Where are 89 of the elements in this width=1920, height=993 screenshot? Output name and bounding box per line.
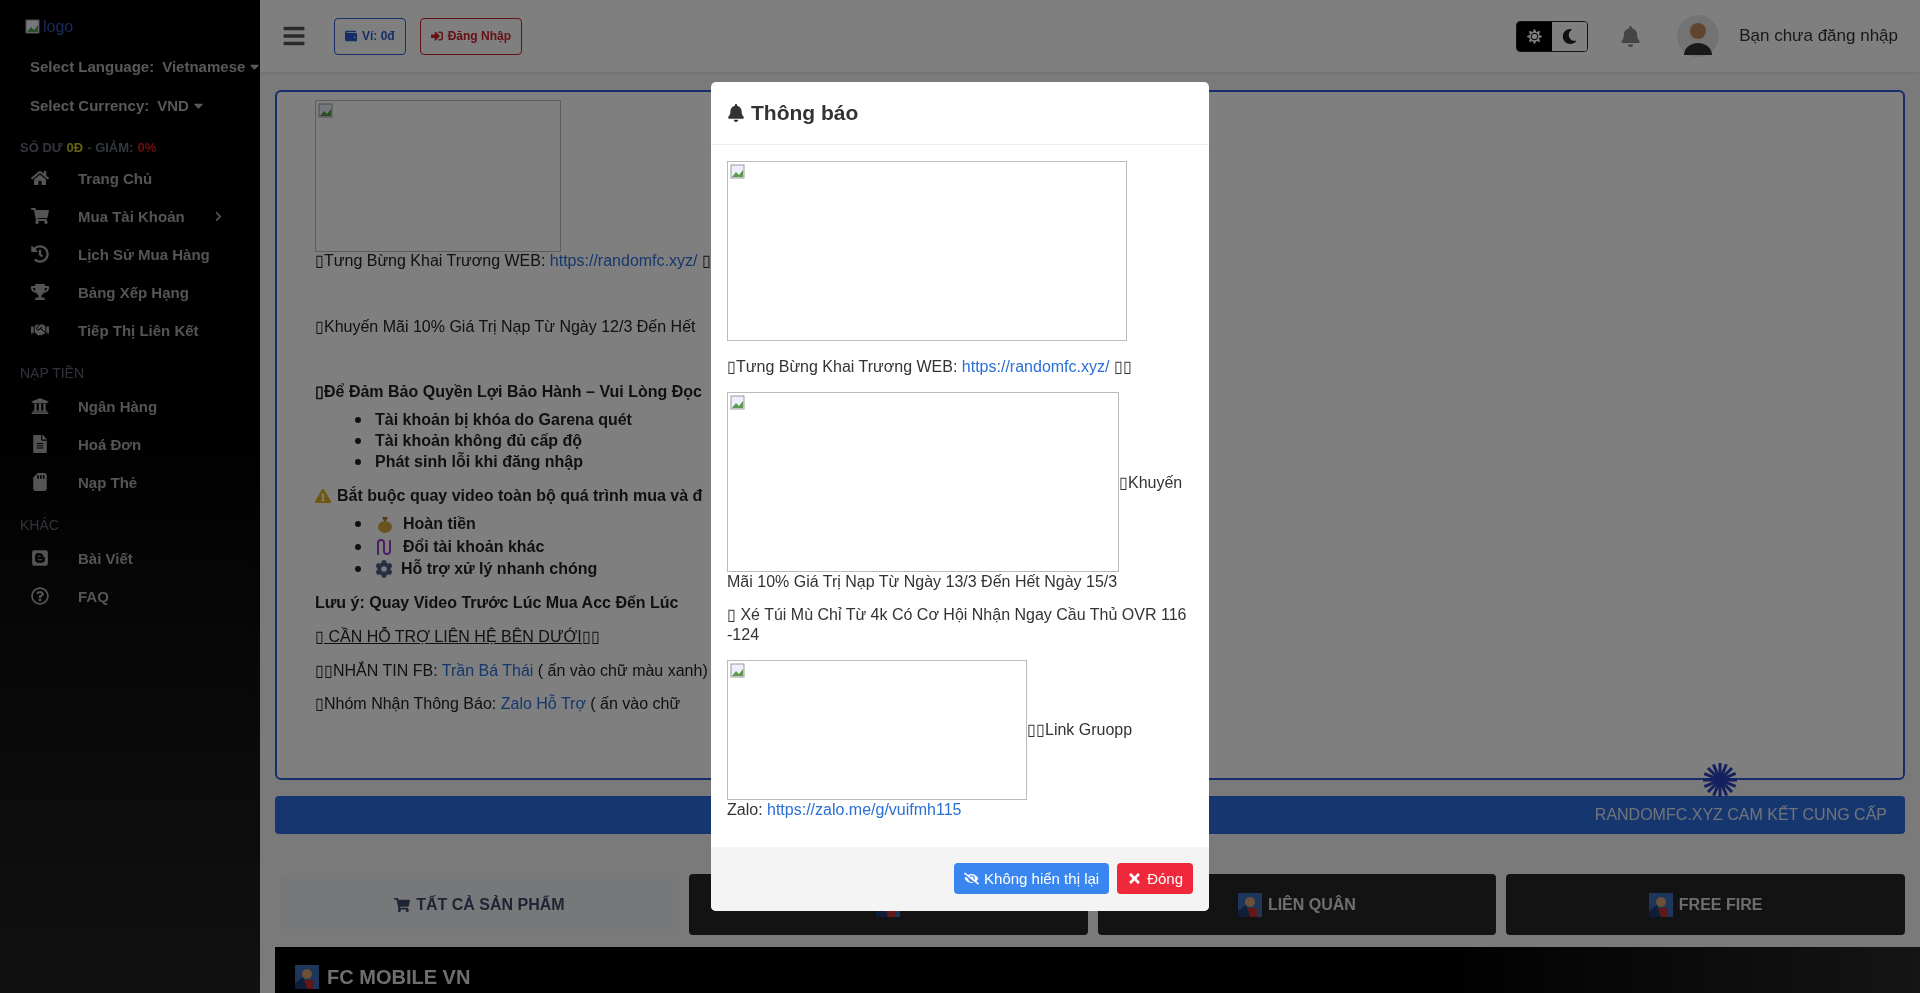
logo[interactable]: logo <box>25 18 74 36</box>
discount-label: - GIẢM: <box>87 140 134 155</box>
sidebar-item[interactable]: Hoá Đơn <box>0 425 260 463</box>
dialog-text: ▯Khuyến <box>1119 472 1183 492</box>
home-icon <box>31 169 49 187</box>
list-item-text: Hỗ trợ xử lý nhanh chóng <box>401 560 598 579</box>
sidebar-item[interactable]: Mua Tài Khoản <box>0 197 260 235</box>
notice-text: Bắt buộc quay video toàn bộ quá trình mua và đ <box>337 486 703 505</box>
notice-text: ▯Khuyến Mãi 10% Giá Trị Nạp Từ Ngày 12/3 Đến Hết <box>315 317 696 336</box>
notice-text: ▯ CẦN HỖ TRỢ LIÊN HỆ BÊN DƯỚI▯▯ <box>315 627 600 646</box>
moon-icon <box>1562 28 1578 44</box>
section-header-title: FC MOBILE VN <box>327 965 471 989</box>
warning-icon <box>315 487 331 504</box>
broken-image-icon <box>318 103 334 119</box>
marquee-text: RANDOMFC.XYZ CAM KẾT CUNG CẤP <box>1594 806 1887 824</box>
bullet-icon <box>355 521 361 528</box>
bell-icon <box>727 104 745 122</box>
menu-icon[interactable] <box>282 24 306 48</box>
bullet-icon <box>355 544 361 551</box>
broken-image-icon <box>730 395 746 412</box>
bank-icon <box>31 397 49 415</box>
wallet-button[interactable]: Ví: 0đ <box>334 17 406 55</box>
sidebar-item[interactable]: Trang Chủ <box>0 159 260 197</box>
wallet-icon <box>345 30 357 42</box>
light-mode-button[interactable] <box>1517 21 1553 51</box>
currency-label: Select Currency: <box>30 97 150 114</box>
discount-value: 0% <box>137 140 157 155</box>
sd-card-icon <box>31 473 49 491</box>
broken-image-icon <box>730 662 746 679</box>
bullet-icon <box>355 416 361 423</box>
list-item-text: Đổi tài khoản khác <box>403 538 545 557</box>
hide-button[interactable]: Không hiển thị lại <box>954 863 1110 895</box>
dialog-text: ▯▯Link Gruopp <box>1027 720 1133 740</box>
sparkle-icon <box>1700 760 1740 800</box>
sidebar-item[interactable]: Bài Viết <box>0 539 260 577</box>
sun-icon <box>1527 28 1543 44</box>
money-bag-icon <box>375 514 395 535</box>
sidebar-item[interactable]: Nạp Thẻ <box>0 463 260 501</box>
bell-icon[interactable] <box>1620 25 1642 47</box>
trophy-icon <box>31 283 49 301</box>
broken-image-icon <box>25 19 41 35</box>
blog-icon <box>31 549 49 567</box>
notice-text: ▯▯NHẮN TIN FB: Trần Bá Thái ( ấn vào chữ màu xanh) <box>315 661 708 680</box>
dialog-text: Mãi 10% Giá Trị Nạp Từ Ngày 13/3 Đến Hết Ngày 15/3 <box>727 572 1118 592</box>
question-icon <box>31 587 49 605</box>
language-label: Select Language: <box>30 58 155 75</box>
dialog-text: ▯Tưng Bừng Khai Trương WEB: https://randomfc.xyz/ ▯▯ <box>727 357 1132 377</box>
user-status: Bạn chưa đăng nhập <box>1739 26 1898 46</box>
notice-text: ▯Để Đảm Bảo Quyền Lợi Bảo Hành – Vui Lòng Đọc <box>315 383 702 401</box>
bullet-icon <box>355 566 361 573</box>
link[interactable]: https://randomfc.xyz/ <box>961 358 1110 375</box>
history-icon <box>31 245 49 263</box>
sidebar-item[interactable]: Bảng Xếp Hạng <box>0 273 260 311</box>
bullet-icon <box>355 458 361 465</box>
dialog-text: Zalo: https://zalo.me/g/vuifmh115 <box>727 799 962 819</box>
list-item-text: Phát sinh lỗi khi đăng nhập <box>375 452 583 471</box>
gear-icon <box>375 560 393 579</box>
document-icon <box>31 435 49 453</box>
language-select[interactable]: Vietnamese <box>162 58 263 75</box>
category-tab[interactable]: FREE FIRE <box>1506 874 1905 935</box>
login-button[interactable]: Đăng Nhập <box>419 17 522 55</box>
notice-text: ▯Nhóm Nhận Thông Báo: Zalo Hỗ Trợ ( ấn vào chữ <box>315 695 681 713</box>
bullet-icon <box>355 437 361 444</box>
list-item-text: Tài khoản không đủ cấp độ <box>375 431 583 450</box>
cart-icon <box>394 896 411 913</box>
link[interactable]: https://zalo.me/g/vuifmh115 <box>767 800 962 818</box>
list-item-text: Hoàn tiền <box>403 515 476 534</box>
eye-slash-icon <box>964 871 980 887</box>
chevron-icon <box>213 210 224 222</box>
balance-label: SỐ DƯ <box>20 140 63 155</box>
sidebar-item[interactable]: Ngân Hàng <box>0 387 260 425</box>
link[interactable]: https://randomfc.xyz/ <box>549 252 698 269</box>
avatar[interactable] <box>1677 15 1720 57</box>
currency-select[interactable]: VND <box>157 97 206 114</box>
balance-amount: 0Đ <box>66 140 84 155</box>
sidebar-item[interactable]: Lịch Sử Mua Hàng <box>0 235 260 273</box>
dialog-text: ▯ Xé Túi Mù Chỉ Từ 4k Có Cơ Hội Nhận Ngay Cầu Thủ OVR 116 -124 <box>727 605 1188 644</box>
section-title: NẠP TIỀN <box>20 365 86 381</box>
sidebar-item[interactable]: FAQ <box>0 577 260 615</box>
cart-icon <box>31 207 49 225</box>
link[interactable]: Zalo Hỗ Trợ <box>500 695 586 713</box>
broken-image-icon <box>730 164 746 180</box>
dialog-title: Thông báo <box>751 101 859 125</box>
close-button[interactable]: Đóng <box>1117 863 1193 895</box>
sign-in-icon <box>430 30 443 42</box>
notice-text: Lưu ý: Quay Video Trước Lúc Mua Acc Đến Lúc <box>315 594 679 612</box>
list-item-text: Tài khoản bị khóa do Garena quét <box>375 410 632 429</box>
sidebar-item[interactable]: Tiếp Thị Liên Kết <box>0 311 260 349</box>
link[interactable]: Trần Bá Thái <box>441 661 534 679</box>
